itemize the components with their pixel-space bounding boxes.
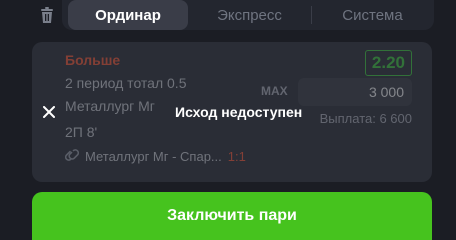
period-time: 2П 8' <box>65 124 98 140</box>
bet-type-tabs: Ординар Экспресс Система <box>62 0 434 30</box>
event-row[interactable]: Металлург Мг - Спар... 1:1 <box>64 148 246 165</box>
event-score: 1:1 <box>227 149 246 164</box>
place-bet-button[interactable]: Заключить пари <box>32 192 432 240</box>
tab-express[interactable]: Экспресс <box>188 0 311 30</box>
stake-max-button[interactable]: MAX <box>261 84 288 98</box>
tab-system[interactable]: Система <box>311 0 434 30</box>
market-label: 2 период тотал 0.5 <box>65 75 187 91</box>
team-label: Металлург Мг <box>65 98 155 114</box>
trash-icon[interactable] <box>36 4 58 26</box>
link-icon <box>64 148 80 165</box>
event-name: Металлург Мг - Спар... <box>85 149 222 164</box>
unavailable-message: Исход недоступен <box>175 104 303 120</box>
payout-text: Выплата: 6 600 <box>319 111 412 126</box>
odds-badge: 2.20 <box>364 50 412 76</box>
bet-slip-card: Больше 2.20 2 период тотал 0.5 Металлург… <box>32 42 432 182</box>
close-icon[interactable] <box>40 103 58 121</box>
tab-single[interactable]: Ординар <box>68 0 188 30</box>
stake-input[interactable]: 3 000 <box>298 78 412 106</box>
outcome-label: Больше <box>65 52 121 68</box>
